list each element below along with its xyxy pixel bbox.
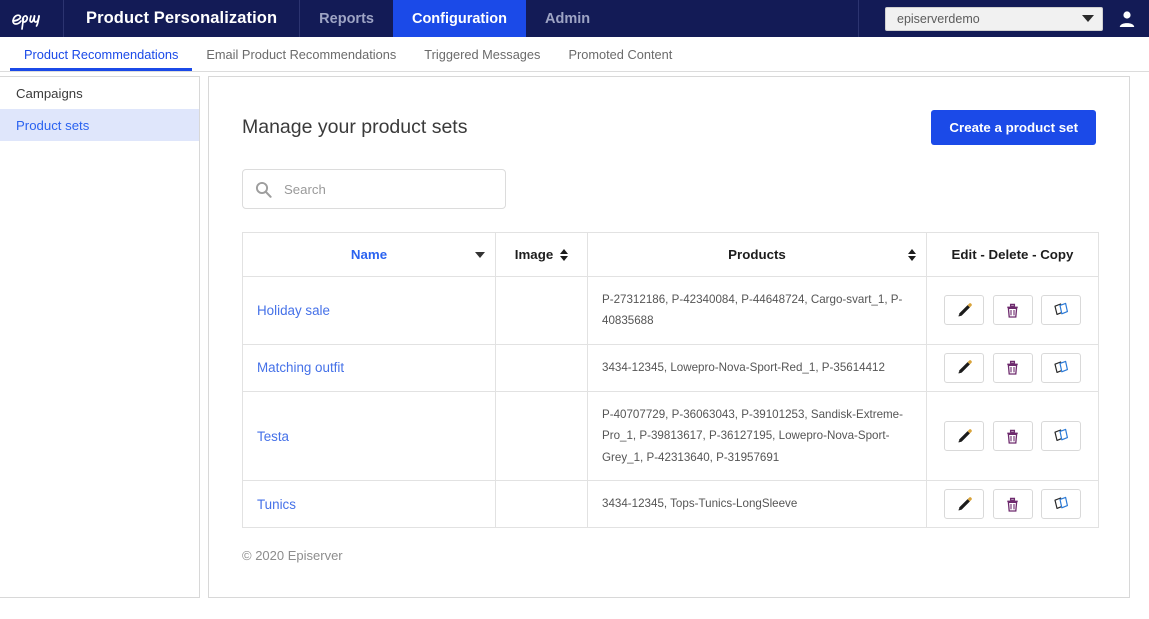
tab-triggered-messages[interactable]: Triggered Messages (410, 37, 554, 71)
cell-name: Tunics (242, 480, 496, 529)
user-avatar-icon[interactable] (1117, 9, 1137, 29)
table-body: Holiday sale P-27312186, P-42340084, P-4… (242, 276, 1099, 529)
cell-actions (926, 480, 1099, 529)
sidebar-item-campaigns[interactable]: Campaigns (0, 77, 199, 109)
sidebar: Campaigns Product sets (0, 76, 200, 598)
copy-button[interactable] (1040, 421, 1081, 452)
cell-name: Holiday sale (242, 276, 496, 345)
sidebar-item-product-sets[interactable]: Product sets (0, 109, 199, 141)
column-header-actions: Edit - Delete - Copy (926, 232, 1099, 277)
table-row: Testa P-40707729, P-36063043, P-39101253… (242, 390, 1099, 482)
table-row: Holiday sale P-27312186, P-42340084, P-4… (242, 276, 1099, 345)
delete-button[interactable] (992, 489, 1033, 520)
main-content-card: Manage your product sets Create a produc… (208, 76, 1130, 598)
search-box[interactable] (242, 169, 506, 209)
table-row: Tunics 3434-12345, Tops-Tunics-LongSleev… (242, 480, 1099, 529)
copy-button[interactable] (1040, 352, 1081, 383)
delete-button[interactable] (992, 352, 1033, 383)
product-set-link[interactable]: Matching outfit (257, 360, 344, 375)
delete-button[interactable] (992, 295, 1033, 326)
column-header-products[interactable]: Products (587, 232, 927, 277)
cell-products: P-27312186, P-42340084, P-44648724, Carg… (587, 276, 927, 345)
product-set-link[interactable]: Tunics (257, 497, 296, 512)
edit-button[interactable] (944, 295, 985, 326)
cell-products: 3434-12345, Tops-Tunics-LongSleeve (587, 480, 927, 529)
nav-item-reports[interactable]: Reports (300, 0, 393, 37)
copyright-footer: © 2020 Episerver (242, 548, 343, 564)
create-product-set-button[interactable]: Create a product set (931, 110, 1096, 145)
sort-desc-icon (475, 251, 485, 258)
cell-name: Matching outfit (242, 343, 496, 392)
sort-both-icon (560, 248, 569, 261)
cell-products: 3434-12345, Lowepro-Nova-Sport-Red_1, P-… (587, 343, 927, 392)
copy-button[interactable] (1040, 489, 1081, 520)
account-select[interactable]: episerverdemo (885, 6, 1103, 31)
cell-actions (926, 390, 1099, 482)
edit-button[interactable] (944, 489, 985, 520)
column-header-name[interactable]: Name (242, 232, 496, 277)
column-header-image[interactable]: Image (495, 232, 588, 277)
page-title: Manage your product sets (242, 116, 468, 138)
account-select-value: episerverdemo (897, 11, 980, 26)
epi-logo-icon (10, 8, 54, 30)
edit-button[interactable] (944, 421, 985, 452)
search-icon (255, 181, 272, 198)
edit-button[interactable] (944, 352, 985, 383)
table-row: Matching outfit 3434-12345, Lowepro-Nova… (242, 343, 1099, 392)
product-set-link[interactable]: Holiday sale (257, 303, 330, 318)
cell-image (495, 343, 588, 392)
sort-both-icon (908, 248, 916, 261)
nav-item-configuration[interactable]: Configuration (392, 0, 527, 37)
cell-image (495, 390, 588, 482)
cell-image (495, 480, 588, 529)
cell-products: P-40707729, P-36063043, P-39101253, Sand… (587, 390, 927, 482)
cell-name: Testa (242, 390, 496, 482)
product-sets-table: Name Image Products Edit - Delete - Copy… (242, 232, 1099, 529)
tab-product-recommendations[interactable]: Product Recommendations (10, 37, 192, 71)
cell-image (495, 276, 588, 345)
tab-email-product-recommendations[interactable]: Email Product Recommendations (192, 37, 410, 71)
copy-button[interactable] (1040, 295, 1081, 326)
page-header: Manage your product sets Create a produc… (242, 101, 1096, 145)
app-title: Product Personalization (64, 0, 301, 37)
cell-actions (926, 276, 1099, 345)
chevron-down-icon (1082, 15, 1094, 22)
sub-navigation-tabs: Product Recommendations Email Product Re… (0, 37, 1149, 72)
epi-logo[interactable] (0, 0, 64, 37)
search-input[interactable] (282, 180, 493, 198)
cell-actions (926, 343, 1099, 392)
delete-button[interactable] (992, 421, 1033, 452)
table-header-row: Name Image Products Edit - Delete - Copy (242, 232, 1099, 277)
product-set-link[interactable]: Testa (257, 429, 289, 444)
topnav-right-group: episerverdemo (858, 0, 1149, 37)
top-navigation-bar: Product Personalization Reports Configur… (0, 0, 1149, 37)
tab-promoted-content[interactable]: Promoted Content (554, 37, 686, 71)
nav-item-admin[interactable]: Admin (526, 0, 609, 37)
